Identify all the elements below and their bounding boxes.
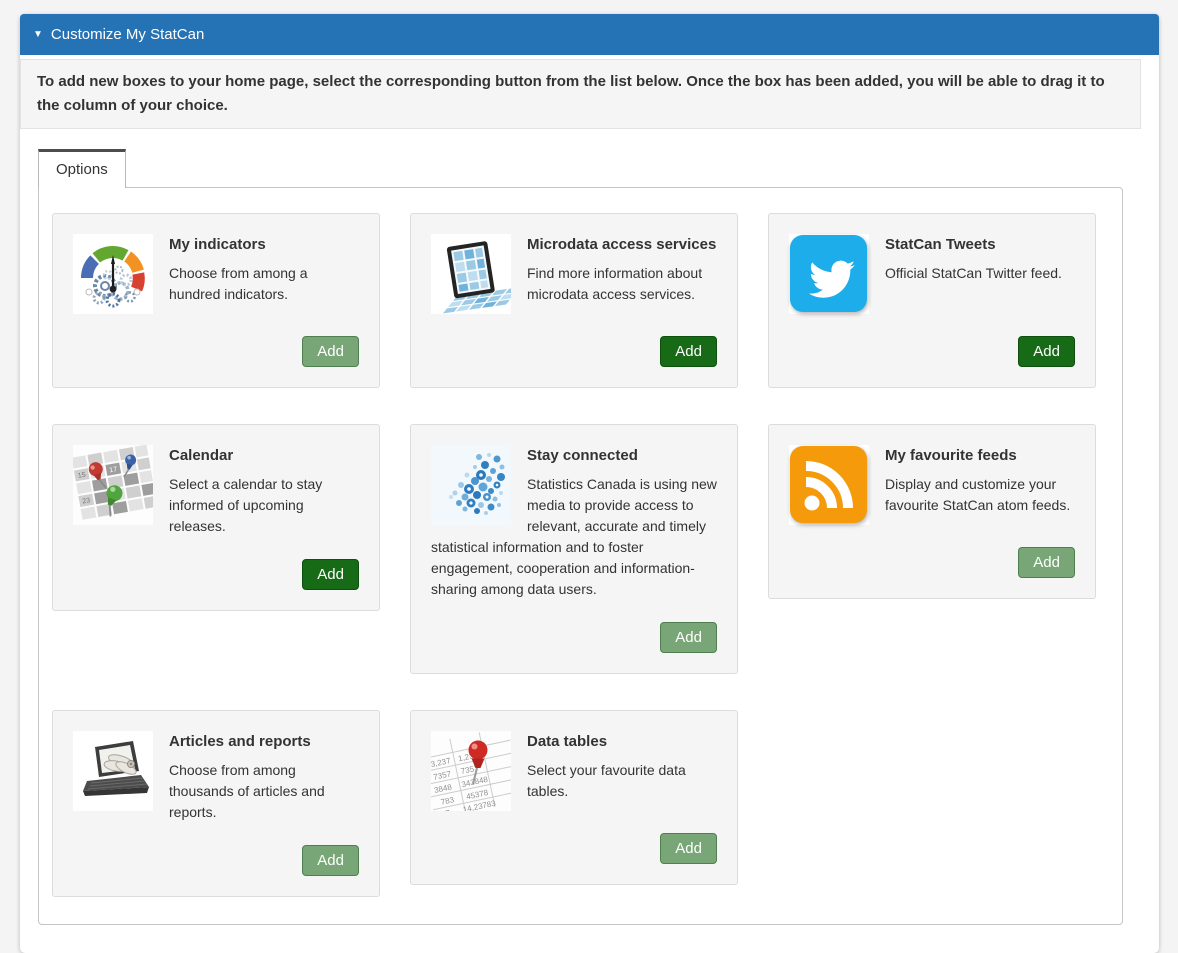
svg-text:23: 23 <box>82 497 91 505</box>
collapse-caret-icon: ▼ <box>33 29 43 40</box>
twitter-bird-image <box>789 234 869 314</box>
cards-row-2: 151617 2324 <box>52 424 1109 674</box>
card-statcan-tweets: StatCan Tweets Official StatCan Twitter … <box>768 213 1096 388</box>
add-button[interactable]: Add <box>660 336 717 367</box>
tab-content: My indicators Choose from among a hundre… <box>38 187 1123 925</box>
tablet-data-image <box>431 234 511 314</box>
add-button[interactable]: Add <box>302 336 359 367</box>
customize-panel: ▼ Customize My StatCan To add new boxes … <box>20 14 1159 953</box>
card-my-favourite-feeds: My favourite feeds Display and customize… <box>768 424 1096 599</box>
add-button[interactable]: Add <box>1018 547 1075 578</box>
add-button[interactable]: Add <box>302 559 359 590</box>
cards-row-1: My indicators Choose from among a hundre… <box>52 213 1109 388</box>
panel-title: Customize My StatCan <box>51 26 204 43</box>
tab-options[interactable]: Options <box>38 149 126 188</box>
svg-text:17: 17 <box>109 466 118 474</box>
add-button[interactable]: Add <box>660 833 717 864</box>
card-stay-connected: Stay connected Statistics Canada is usin… <box>410 424 738 674</box>
laptop-articles-image <box>73 731 153 811</box>
add-button[interactable]: Add <box>302 845 359 876</box>
customize-panel-header[interactable]: ▼ Customize My StatCan <box>20 14 1159 55</box>
card-articles-and-reports: Articles and reports Choose from among t… <box>52 710 380 897</box>
network-dots-image <box>431 445 511 525</box>
cards-row-3: Articles and reports Choose from among t… <box>52 710 1109 897</box>
svg-text:15: 15 <box>77 472 86 480</box>
pushpin-spreadsheet-image: 3,2371,2378 73577357 3848343848 78345378… <box>431 731 511 811</box>
gauge-gears-image <box>73 234 153 314</box>
card-calendar: 151617 2324 <box>52 424 380 611</box>
instructions-text: To add new boxes to your home page, sele… <box>20 59 1141 129</box>
card-microdata-access-services: Microdata access services Find more info… <box>410 213 738 388</box>
panel-body: To add new boxes to your home page, sele… <box>20 55 1159 953</box>
rss-feed-image <box>789 445 869 525</box>
card-data-tables: 3,2371,2378 73577357 3848343848 78345378… <box>410 710 738 885</box>
tabs-area: Options <box>38 148 1123 925</box>
add-button[interactable]: Add <box>1018 336 1075 367</box>
card-my-indicators: My indicators Choose from among a hundre… <box>52 213 380 388</box>
add-button[interactable]: Add <box>660 622 717 653</box>
calendar-pushpins-image: 151617 2324 <box>73 445 153 525</box>
